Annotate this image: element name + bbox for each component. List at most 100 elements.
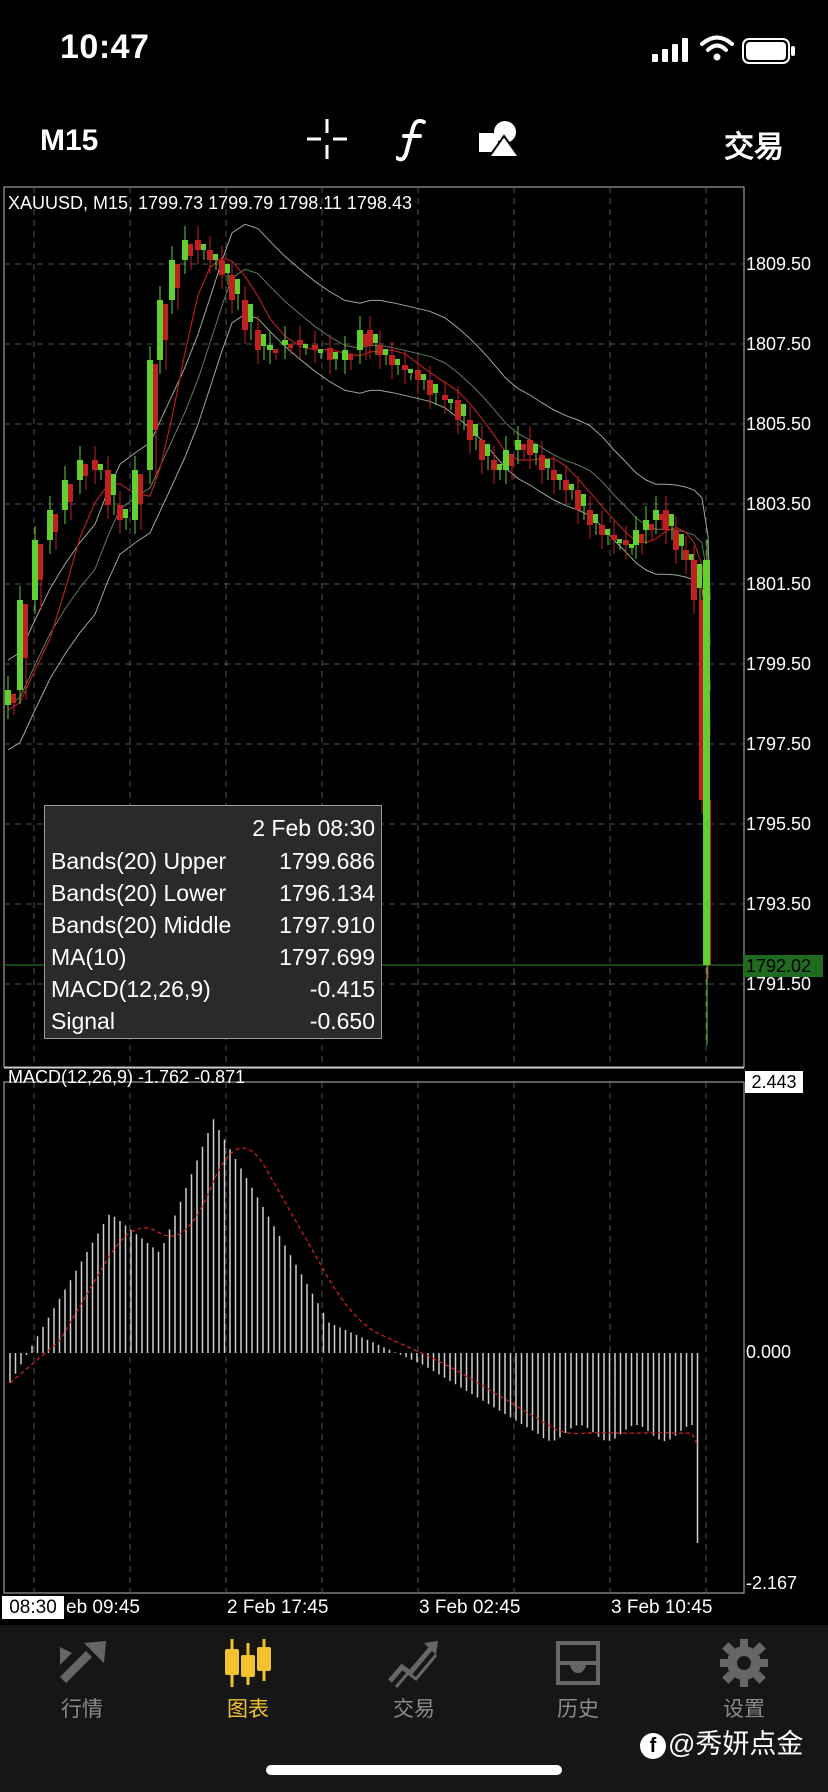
crosshair-time-label: 08:30 [2,1596,64,1619]
macd-signal-line [9,1147,699,1446]
tooltip-value: 1797.699 [279,944,375,970]
tab-trade[interactable]: 交易 [354,1637,474,1747]
price-label: 1803.50 [746,494,812,514]
tab-label: 设置 [723,1698,765,1721]
candle-body [123,509,128,518]
tooltip-row: Signal -0.650 [51,1008,375,1038]
tooltip-value: -0.650 [309,1008,375,1034]
candle-body [188,244,193,256]
candle-body [342,350,348,360]
candle-body [147,360,153,470]
candle-body [47,510,53,540]
candle-body [479,440,485,460]
candle-body [213,254,218,260]
tooltip-label: Bands(20) Lower [51,880,227,906]
tab-chart[interactable]: 图表 [188,1637,308,1747]
trade-icon [388,1641,438,1688]
candle-body [485,444,490,456]
candle-body [267,345,273,350]
candle-body [169,260,175,300]
tooltip-value: 1796.134 [279,880,375,906]
candle-body [92,460,98,470]
macd-zero-label: 0.000 [746,1342,792,1362]
candle-body [383,349,388,355]
time-label: eb 09:45 [66,1597,140,1618]
candle-body [195,240,201,250]
candle-body [348,354,353,360]
bollinger-upper [7,223,711,661]
candle-body [581,494,586,506]
candle-body [17,600,23,690]
tooltip-row: MA(10) 1797.699 [51,944,375,974]
candle-body [539,455,545,470]
tab-label: 行情 [61,1698,103,1721]
tab-label: 图表 [227,1698,269,1721]
candle-body [689,554,694,560]
price-label: 1805.50 [746,414,812,434]
chart-icon [225,1639,271,1687]
candle-body [138,474,143,504]
candle-body [312,345,318,349]
candle-body [273,349,278,353]
candle-body [297,340,303,345]
price-label: 1809.50 [746,254,812,274]
candle-body [427,380,433,395]
tooltip-row: Bands(20) Upper 1799.686 [51,848,375,878]
candle-body [455,400,461,420]
candle-body [367,330,373,345]
candle-body [261,334,266,346]
tab-history[interactable]: 历史 [518,1637,638,1747]
tooltip-label: Bands(20) Middle [51,912,232,938]
candle-body [521,444,526,450]
candle-body [229,275,235,300]
candle-body [5,690,11,705]
macd-max-label: 2.443 [745,1071,803,1093]
candle-body [633,530,639,545]
candle-body [117,505,123,520]
candle-body [663,510,669,530]
price-label: 1791.50 [746,974,812,994]
candle-body [389,355,395,365]
candle-body [53,514,58,532]
candle-body [248,304,253,322]
candle-body [639,534,644,543]
candle-body [38,544,43,580]
tooltip-label: Bands(20) Upper [51,848,227,874]
candle-body [599,525,605,535]
candle-body [111,474,116,495]
candle-body [163,304,168,340]
settings-icon [720,1639,768,1687]
history-icon [556,1641,600,1685]
tooltip-row: Bands(20) Middle 1797.910 [51,912,375,942]
candle-body [623,540,629,545]
candle-body [23,604,28,658]
candle-body [402,365,408,370]
candle-body [318,349,323,353]
candle-body [83,464,88,476]
candle-body [62,480,68,510]
candle-body [473,424,478,436]
candle-body [201,244,206,250]
candle-body [683,550,689,560]
candle-body [175,264,180,288]
candle-body [32,540,38,600]
tooltip-value: 1797.910 [279,912,375,938]
candle-body [509,454,514,466]
candle-body [225,264,230,273]
tab-quotes[interactable]: 行情 [22,1637,142,1747]
tooltip-label: MACD(12,26,9) [51,976,211,1002]
candle-body [395,359,400,365]
candle-body [77,460,83,480]
time-label: 3 Feb 10:45 [611,1597,713,1618]
quotes-icon [60,1641,106,1683]
candle-body [527,440,533,455]
candle-body [497,464,502,470]
candle-body [357,330,363,350]
candle-body [157,300,163,360]
time-label: 3 Feb 02:45 [419,1597,521,1618]
candle-body [153,364,158,430]
candle-body [408,369,413,373]
candle-body [415,370,421,380]
candle-body [303,344,308,348]
price-label: 1807.50 [746,334,812,354]
